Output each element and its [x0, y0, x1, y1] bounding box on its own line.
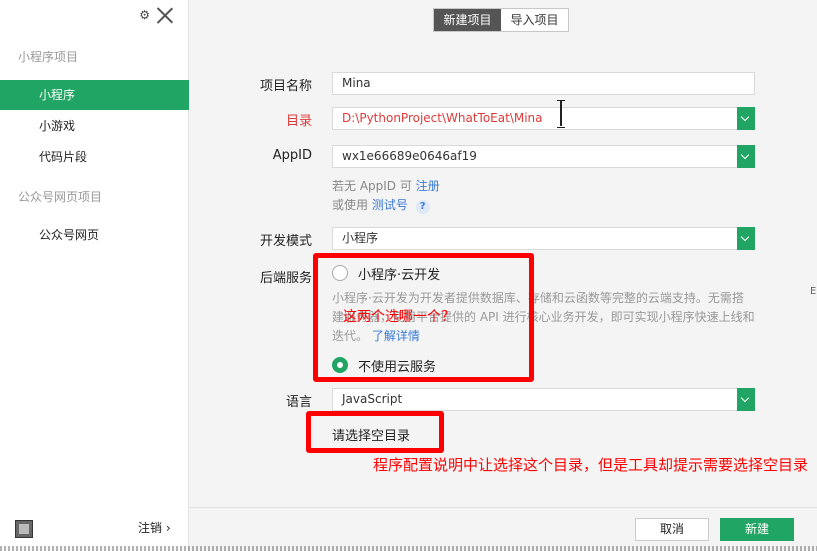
appid-hint-register: 若无 AppID 可 注册: [332, 177, 440, 194]
appid-label: AppID: [272, 148, 312, 163]
sidebar-item-minigame[interactable]: 小游戏: [0, 111, 189, 141]
directory-value: D:\PythonProject\WhatToEat\Mina: [342, 111, 543, 125]
dev-mode-label: 开发模式: [259, 234, 312, 249]
text-cursor-icon: [557, 100, 565, 128]
sidebar-section-miniprogram: 小程序项目: [18, 50, 79, 64]
chevron-down-icon[interactable]: [737, 107, 755, 130]
sidebar-item-official-web[interactable]: 公众号网页: [0, 220, 189, 250]
cancel-button[interactable]: 取消: [635, 518, 709, 541]
language-value: JavaScript: [342, 392, 403, 406]
language-select[interactable]: JavaScript: [332, 388, 755, 411]
chevron-down-icon[interactable]: [737, 227, 755, 250]
sidebar-item-code-snippet[interactable]: 代码片段: [0, 142, 189, 172]
directory-label: 目录: [285, 114, 312, 129]
dev-mode-value: 小程序: [342, 231, 379, 245]
chevron-down-icon[interactable]: [737, 145, 755, 168]
appid-select[interactable]: wx1e66689e0646af19: [332, 145, 755, 168]
tab-new-project[interactable]: 新建项目: [434, 9, 501, 31]
register-link[interactable]: 注册: [416, 179, 440, 193]
project-name-label: 项目名称: [259, 79, 312, 94]
sidebar-item-miniprogram[interactable]: 小程序: [0, 80, 189, 110]
gear-icon[interactable]: ⚙: [139, 8, 150, 22]
project-tabs: 新建项目 导入项目: [433, 8, 569, 32]
main-panel: 新建项目 导入项目 项目名称 Mina 目录 D:\PythonProject\…: [190, 0, 817, 551]
avatar[interactable]: [15, 520, 33, 538]
side-mark: E: [810, 286, 817, 297]
sidebar-top-controls: ⚙: [139, 6, 174, 24]
test-account-link[interactable]: 测试号: [372, 198, 408, 212]
logout-button[interactable]: 注销 ›: [138, 519, 171, 536]
annotation-which-one: 这两个选哪一个？: [343, 309, 455, 325]
annotation-config-note: 程序配置说明中让选择这个目录，但是工具却提示需要选择空目录: [373, 456, 809, 474]
hint-no-appid: 若无 AppID 可: [332, 179, 412, 193]
directory-input[interactable]: D:\PythonProject\WhatToEat\Mina: [332, 107, 755, 130]
chevron-down-icon[interactable]: [737, 388, 755, 411]
create-button[interactable]: 新建: [720, 518, 794, 541]
tab-import-project[interactable]: 导入项目: [501, 9, 568, 31]
sidebar-section-official: 公众号网页项目: [18, 190, 103, 204]
appid-value: wx1e66689e0646af19: [342, 149, 477, 163]
backend-label: 后端服务: [259, 271, 312, 286]
language-label: 语言: [285, 395, 312, 410]
close-icon[interactable]: [156, 6, 174, 24]
bottom-edge: [0, 546, 817, 551]
appid-hint-test: 或使用 测试号 ?: [332, 196, 430, 214]
sidebar: ⚙ 小程序项目 小程序 小游戏 代码片段 公众号网页项目 公众号网页 注销 ›: [0, 0, 189, 551]
help-icon[interactable]: ?: [415, 200, 430, 214]
dev-mode-select[interactable]: 小程序: [332, 227, 755, 250]
project-name-input[interactable]: Mina: [332, 72, 755, 95]
annotation-box-empty-dir: [306, 411, 444, 453]
hint-or-use: 或使用: [332, 198, 369, 212]
